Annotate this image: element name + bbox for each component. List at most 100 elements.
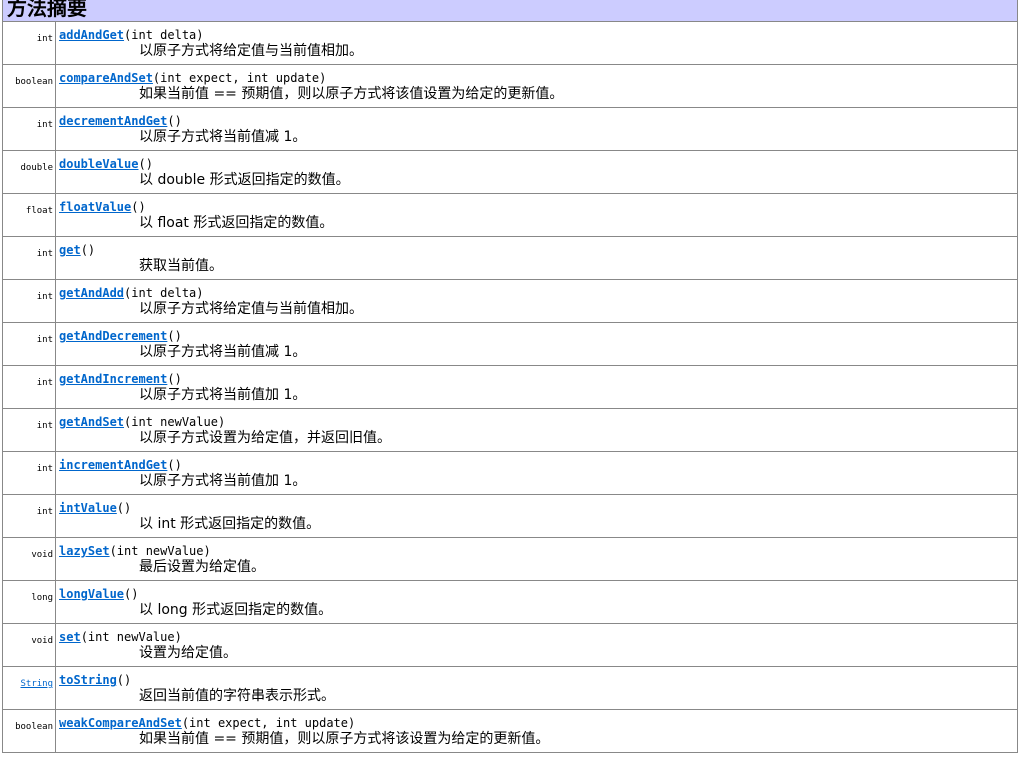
return-type: float: [25, 206, 53, 216]
method-params: (int newValue): [124, 415, 226, 429]
return-type-cell: void: [2, 623, 56, 667]
method-signature: getAndDecrement(): [59, 329, 1017, 343]
return-type-cell: boolean: [2, 64, 56, 108]
method-params: (int delta): [124, 286, 204, 300]
method-signature: toString(): [59, 673, 1017, 687]
method-description: 返回当前值的字符串表示形式。: [139, 688, 335, 704]
method-detail-cell: getAndDecrement() 以原子方式将当前值减 1。: [55, 322, 1018, 366]
return-type: int: [36, 34, 53, 44]
method-signature: getAndSet(int newValue): [59, 415, 1017, 429]
method-name-link[interactable]: floatValue: [59, 200, 131, 214]
method-description: 以原子方式将当前值加 1。: [139, 387, 307, 403]
return-type-cell: int: [2, 365, 56, 409]
method-detail-cell: set(int newValue) 设置为给定值。: [55, 623, 1018, 667]
method-params: (int delta): [124, 28, 204, 42]
method-params: (): [167, 329, 182, 343]
method-description: 以 float 形式返回指定的数值。: [139, 215, 334, 231]
method-name-link[interactable]: toString: [59, 673, 117, 687]
return-type-cell: int: [2, 236, 56, 280]
method-row: boolean weakCompareAndSet(int expect, int…: [2, 709, 1018, 753]
method-row: int intValue() 以 int 形式返回指定的数值。: [2, 494, 1018, 538]
method-name-link[interactable]: doubleValue: [59, 157, 138, 171]
method-name-link[interactable]: lazySet: [59, 544, 110, 558]
return-type-cell: double: [2, 150, 56, 194]
return-type-cell: int: [2, 21, 56, 65]
method-name-link[interactable]: get: [59, 243, 81, 257]
method-name-link[interactable]: addAndGet: [59, 28, 124, 42]
method-row: int getAndSet(int newValue) 以原子方式设置为给定值，并返…: [2, 408, 1018, 452]
return-type: int: [36, 378, 53, 388]
method-description: 以 double 形式返回指定的数值。: [139, 172, 350, 188]
method-row: void lazySet(int newValue) 最后设置为给定值。: [2, 537, 1018, 581]
method-signature: compareAndSet(int expect, int update): [59, 71, 1017, 85]
method-detail-cell: floatValue() 以 float 形式返回指定的数值。: [55, 193, 1018, 237]
method-detail-cell: addAndGet(int delta) 以原子方式将给定值与当前值相加。: [55, 21, 1018, 65]
method-params: (int expect, int update): [152, 71, 327, 85]
return-type: double: [20, 163, 53, 173]
page-title: 方法摘要: [7, 0, 87, 20]
method-name-link[interactable]: decrementAndGet: [59, 114, 167, 128]
return-type: int: [36, 421, 53, 431]
method-name-link[interactable]: compareAndSet: [59, 71, 153, 85]
return-type: int: [36, 507, 53, 517]
method-name-link[interactable]: getAndDecrement: [59, 329, 167, 343]
method-name-link[interactable]: getAndSet: [59, 415, 124, 429]
method-description: 以 long 形式返回指定的数值。: [139, 602, 333, 618]
method-signature: longValue(): [59, 587, 1017, 601]
method-description: 以 int 形式返回指定的数值。: [139, 516, 321, 532]
method-row: int addAndGet(int delta) 以原子方式将给定值与当前值相加。: [2, 21, 1018, 65]
method-params: (): [116, 673, 132, 687]
method-summary-table: 方法摘要 int addAndGet(int delta) 以原子方式将给定值与当前…: [2, 0, 1018, 753]
method-row: int incrementAndGet() 以原子方式将当前值加 1。: [2, 451, 1018, 495]
method-description: 以原子方式将当前值加 1。: [139, 473, 307, 489]
return-type: int: [36, 335, 53, 345]
method-description: 以原子方式将当前值减 1。: [139, 129, 307, 145]
method-detail-cell: longValue() 以 long 形式返回指定的数值。: [55, 580, 1018, 624]
method-name-link[interactable]: getAndAdd: [59, 286, 124, 300]
method-params: (int expect, int update): [181, 716, 356, 730]
method-signature: getAndIncrement(): [59, 372, 1017, 386]
return-type-cell: int: [2, 279, 56, 323]
method-signature: intValue(): [59, 501, 1017, 515]
method-name-link[interactable]: intValue: [59, 501, 117, 515]
method-detail-cell: doubleValue() 以 double 形式返回指定的数值。: [55, 150, 1018, 194]
method-name-link[interactable]: longValue: [59, 587, 124, 601]
method-description: 最后设置为给定值。: [139, 559, 265, 575]
method-signature: getAndAdd(int delta): [59, 286, 1017, 300]
return-type: int: [36, 120, 53, 130]
return-type-cell: boolean: [2, 709, 56, 753]
method-signature: weakCompareAndSet(int expect, int update…: [59, 716, 1017, 730]
method-detail-cell: getAndSet(int newValue) 以原子方式设置为给定值，并返回旧值…: [55, 408, 1018, 452]
return-type: void: [31, 550, 53, 560]
return-type-link[interactable]: String: [20, 679, 53, 689]
method-row: void set(int newValue) 设置为给定值。: [2, 623, 1018, 667]
method-name-link[interactable]: set: [59, 630, 81, 644]
method-description: 以原子方式设置为给定值，并返回旧值。: [139, 430, 391, 446]
method-params: (): [116, 501, 132, 515]
method-params: (): [80, 243, 96, 257]
method-row: int decrementAndGet() 以原子方式将当前值减 1。: [2, 107, 1018, 151]
method-signature: addAndGet(int delta): [59, 28, 1017, 42]
method-params: (): [124, 587, 139, 601]
return-type: boolean: [15, 77, 53, 87]
method-description: 如果当前值 == 预期值，则以原子方式将该值设置为给定的更新值。: [139, 86, 564, 102]
method-description: 以原子方式将给定值与当前值相加。: [139, 43, 363, 59]
method-name-link[interactable]: incrementAndGet: [59, 458, 167, 472]
method-name-link[interactable]: getAndIncrement: [59, 372, 167, 386]
return-type-cell: String: [2, 666, 56, 710]
method-name-link[interactable]: weakCompareAndSet: [59, 716, 182, 730]
method-detail-cell: compareAndSet(int expect, int update) 如果当…: [55, 64, 1018, 108]
return-type: int: [36, 249, 53, 259]
method-description: 设置为给定值。: [139, 645, 237, 661]
method-detail-cell: lazySet(int newValue) 最后设置为给定值。: [55, 537, 1018, 581]
method-row: String toString() 返回当前值的字符串表示形式。: [2, 666, 1018, 710]
method-signature: set(int newValue): [59, 630, 1017, 644]
return-type-cell: void: [2, 537, 56, 581]
method-params: (int newValue): [80, 630, 182, 644]
method-signature: floatValue(): [59, 200, 1017, 214]
header-cell: 方法摘要: [2, 0, 1018, 22]
method-signature: decrementAndGet(): [59, 114, 1017, 128]
return-type: int: [36, 464, 53, 474]
method-detail-cell: getAndIncrement() 以原子方式将当前值加 1。: [55, 365, 1018, 409]
method-signature: incrementAndGet(): [59, 458, 1017, 472]
